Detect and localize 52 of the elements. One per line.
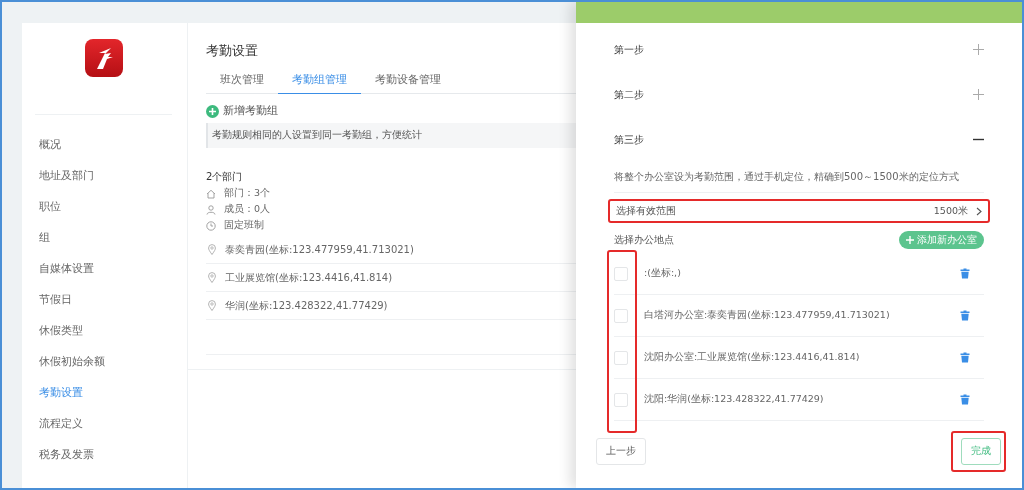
sidebar-item[interactable]: 概况	[22, 129, 61, 160]
notice-text: 考勤规则相同的人设置到同一考勤组，方便统计	[212, 129, 422, 140]
chevron-right-icon	[976, 206, 982, 216]
checkbox[interactable]	[614, 266, 628, 281]
location-text: 华润(坐标:123.428322,41.77429)	[225, 298, 388, 313]
office-text: 沈阳办公室:工业展览馆(坐标:123.4416,41.814)	[644, 351, 861, 364]
checkbox[interactable]	[614, 308, 628, 323]
step-header[interactable]: 第三步	[614, 117, 984, 162]
trash-icon[interactable]	[960, 310, 970, 321]
sidebar-item[interactable]: 税务及发票	[22, 439, 94, 470]
page-title: 考勤设置	[206, 43, 258, 58]
trash-icon[interactable]	[960, 352, 970, 363]
sidebar-item[interactable]: 节假日	[22, 284, 72, 315]
checkbox[interactable]	[614, 392, 628, 407]
checkbox[interactable]	[614, 350, 628, 365]
group-detail: 成员：0人	[224, 203, 271, 216]
clock-icon	[206, 220, 216, 231]
map-pin-icon	[208, 272, 216, 283]
sidebar-item[interactable]: 休假初始余额	[22, 346, 105, 377]
tab[interactable]: 班次管理	[206, 73, 278, 94]
sidebar-item[interactable]: 自媒体设置	[22, 253, 94, 284]
trash-icon[interactable]	[960, 268, 970, 279]
step-description: 将整个办公室设为考勤范围，通过手机定位，精确到500～1500米的定位方式	[614, 171, 959, 182]
office-text: 白塔河办公室:泰奕青园(坐标:123.477959,41.713021)	[644, 309, 891, 322]
trash-icon[interactable]	[960, 394, 970, 405]
add-group-button[interactable]: 新增考勤组	[206, 104, 278, 118]
location-text: 工业展览馆(坐标:123.4416,41.814)	[225, 270, 393, 285]
group-detail: 固定班制	[224, 219, 264, 232]
sidebar-item[interactable]: 地址及部门	[22, 160, 94, 191]
plus-icon	[906, 236, 914, 244]
plus-circle-icon	[206, 104, 219, 118]
location-text: 泰奕青园(坐标:123.477959,41.713021)	[225, 242, 414, 257]
map-pin-icon	[208, 244, 216, 255]
sidebar-item[interactable]: 考勤设置	[22, 377, 83, 408]
tab[interactable]: 考勤设备管理	[361, 73, 455, 94]
previous-step-button[interactable]: 上一步	[596, 438, 646, 465]
person-icon	[206, 204, 216, 215]
sidebar-item[interactable]: 组	[22, 222, 50, 253]
office-text: :(坐标:,)	[644, 267, 682, 280]
office-text: 沈阳:华润(坐标:123.428322,41.77429)	[644, 393, 825, 406]
offices-label: 选择办公地点	[614, 233, 674, 247]
group-detail: 部门：3个	[224, 187, 271, 200]
step-header[interactable]: 第二步	[614, 72, 984, 117]
step-header[interactable]: 第一步	[614, 27, 984, 72]
app-logo-icon	[85, 39, 123, 77]
house-icon	[206, 188, 216, 199]
tab[interactable]: 考勤组管理	[278, 73, 361, 94]
sidebar-item[interactable]: 休假类型	[22, 315, 83, 346]
map-pin-icon	[208, 300, 216, 311]
sidebar-item[interactable]: 流程定义	[22, 408, 83, 439]
group-name: 2个部门	[206, 171, 243, 182]
sidebar-item[interactable]: 职位	[22, 191, 61, 222]
